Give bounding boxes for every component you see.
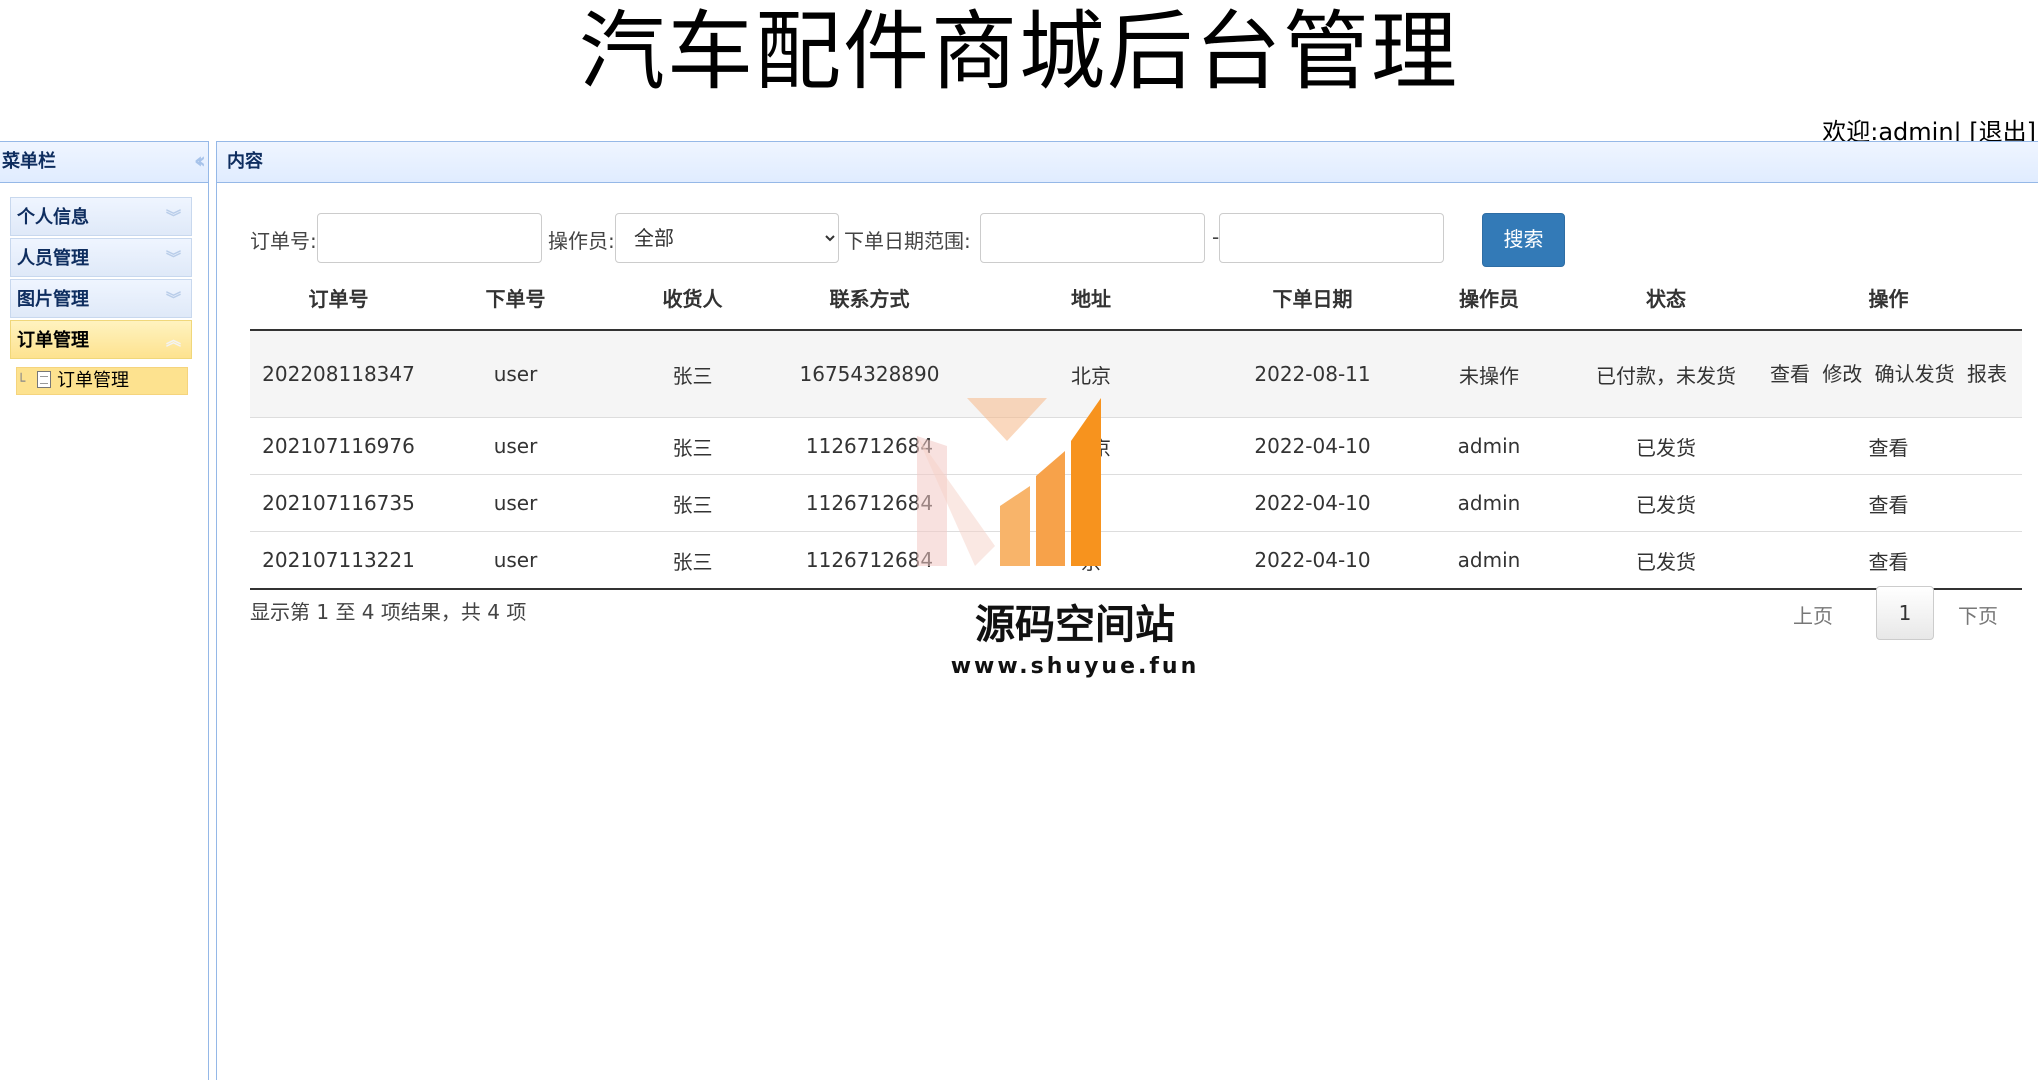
table-row: 202107116735 user 张三 1126712684 京 2022-0… — [250, 474, 2022, 532]
column-header: 订单号 — [250, 265, 427, 331]
cell-date: 2022-04-10 — [1224, 531, 1401, 590]
cell-date: 2022-04-10 — [1224, 474, 1401, 532]
app-title: 汽车配件商城后台管理 — [579, 2, 1459, 102]
cell-date: 2022-04-10 — [1224, 417, 1401, 475]
cell-user: user — [427, 474, 604, 532]
cell-operator: admin — [1401, 531, 1577, 590]
view-link[interactable]: 查看 — [1869, 550, 1909, 574]
menu-panel-title: 菜单栏 — [2, 151, 56, 172]
cell-phone: 1126712684 — [781, 531, 958, 590]
cell-user: user — [427, 531, 604, 590]
cell-order-no: 202208118347 — [250, 330, 427, 418]
cell-address: 北京 — [958, 417, 1224, 475]
cell-status: 已付款，未发货 — [1577, 330, 1755, 418]
main-layout: 菜单栏 ‹‹ 个人信息 ︾ 人员管理 ︾ 图片管理 ︾ 订单管理 ︽ └ 订单管理 — [0, 141, 2038, 1080]
date-range-label: 下单日期范围: — [844, 229, 971, 253]
column-header: 操作 — [1755, 265, 2022, 331]
column-header: 下单号 — [427, 265, 604, 331]
menu-item-order-management[interactable]: 订单管理 ︽ — [10, 320, 192, 359]
cell-actions: 查看 — [1755, 531, 2022, 590]
cell-order-no: 202107116735 — [250, 474, 427, 532]
cell-date: 2022-08-11 — [1224, 330, 1401, 418]
prev-page-link[interactable]: 上页 — [1793, 600, 1833, 629]
cell-actions: 查看 — [1755, 474, 2022, 532]
cell-order-no: 202107116976 — [250, 417, 427, 475]
cell-status: 已发货 — [1577, 531, 1755, 590]
menu-item-label: 订单管理 — [17, 330, 89, 351]
menu-item-label: 人员管理 — [17, 248, 89, 269]
menu-accordion: 个人信息 ︾ 人员管理 ︾ 图片管理 ︾ 订单管理 ︽ — [10, 197, 192, 361]
cell-user: user — [427, 417, 604, 475]
cell-address: 京 — [958, 474, 1224, 532]
double-chevron-down-icon: ︾ — [165, 290, 181, 308]
double-chevron-left-icon[interactable]: ‹‹ — [194, 142, 206, 182]
cell-address: 京 — [958, 531, 1224, 590]
operator-label: 操作员: — [548, 229, 615, 253]
cell-actions: 查看 修改 确认发货 报表 — [1755, 330, 2022, 418]
search-button[interactable]: 搜索 — [1482, 213, 1565, 267]
view-link[interactable]: 查看 — [1869, 436, 1909, 460]
cell-address: 北京 — [958, 330, 1224, 418]
column-header: 下单日期 — [1224, 265, 1401, 331]
cell-operator: 未操作 — [1401, 330, 1577, 418]
order-no-label: 订单号: — [250, 229, 317, 253]
tree-item-label: 订单管理 — [57, 370, 129, 391]
confirm-ship-link[interactable]: 确认发货 — [1875, 362, 1955, 386]
results-summary: 显示第 1 至 4 项结果，共 4 项 — [250, 600, 527, 624]
edit-link[interactable]: 修改 — [1822, 362, 1862, 386]
double-chevron-down-icon: ︾ — [165, 249, 181, 267]
view-link[interactable]: 查看 — [1869, 493, 1909, 517]
cell-phone: 1126712684 — [781, 474, 958, 532]
cell-operator: admin — [1401, 417, 1577, 475]
cell-receiver: 张三 — [604, 417, 781, 475]
cell-status: 已发货 — [1577, 474, 1755, 532]
column-header: 收货人 — [604, 265, 781, 331]
cell-phone: 16754328890 — [781, 330, 958, 418]
table-header-row: 订单号 下单号 收货人 联系方式 地址 下单日期 操作员 状态 操作 — [250, 265, 2022, 331]
menu-item-label: 图片管理 — [17, 289, 89, 310]
date-to-input[interactable] — [1219, 213, 1444, 263]
column-header: 地址 — [958, 265, 1224, 331]
cell-receiver: 张三 — [604, 330, 781, 418]
cell-receiver: 张三 — [604, 531, 781, 590]
report-link[interactable]: 报表 — [1967, 362, 2007, 386]
menu-item-image-management[interactable]: 图片管理 ︾ — [10, 279, 192, 318]
cell-order-no: 202107113221 — [250, 531, 427, 590]
view-link[interactable]: 查看 — [1770, 362, 1810, 386]
document-icon — [37, 371, 51, 388]
cell-actions: 查看 — [1755, 417, 2022, 475]
orders-table: 订单号 下单号 收货人 联系方式 地址 下单日期 操作员 状态 操作 20220… — [250, 265, 2022, 590]
menu-item-staff-management[interactable]: 人员管理 ︾ — [10, 238, 192, 277]
order-no-input[interactable] — [317, 213, 542, 263]
menu-item-personal-info[interactable]: 个人信息 ︾ — [10, 197, 192, 236]
operator-select[interactable]: 全部 — [615, 213, 839, 263]
cell-receiver: 张三 — [604, 474, 781, 532]
column-header: 操作员 — [1401, 265, 1577, 331]
content-panel: 内容 订单号: 操作员: 全部 下单日期范围: - 搜索 订单号 下单号 收货人… — [216, 141, 2038, 1080]
cell-operator: admin — [1401, 474, 1577, 532]
date-from-input[interactable] — [980, 213, 1205, 263]
cell-status: 已发货 — [1577, 417, 1755, 475]
current-page-button[interactable]: 1 — [1876, 586, 1934, 640]
content-panel-header: 内容 — [217, 141, 2038, 183]
tree-item-order-management[interactable]: └ 订单管理 — [16, 367, 188, 395]
tree-line-icon: └ — [17, 374, 26, 390]
table-row: 202107113221 user 张三 1126712684 京 2022-0… — [250, 531, 2022, 590]
double-chevron-up-icon: ︽ — [165, 331, 181, 349]
column-header: 联系方式 — [781, 265, 958, 331]
cell-user: user — [427, 330, 604, 418]
table-row: 202107116976 user 张三 1126712684 北京 2022-… — [250, 417, 2022, 475]
column-header: 状态 — [1577, 265, 1755, 331]
double-chevron-down-icon: ︾ — [165, 208, 181, 226]
content-panel-title: 内容 — [227, 151, 263, 172]
menu-item-label: 个人信息 — [17, 207, 89, 228]
cell-phone: 1126712684 — [781, 417, 958, 475]
next-page-link[interactable]: 下页 — [1958, 600, 1998, 629]
table-row: 202208118347 user 张三 16754328890 北京 2022… — [250, 330, 2022, 418]
menu-panel-header: 菜单栏 ‹‹ — [0, 141, 208, 183]
menu-panel: 菜单栏 ‹‹ 个人信息 ︾ 人员管理 ︾ 图片管理 ︾ 订单管理 ︽ └ 订单管理 — [0, 141, 209, 1080]
